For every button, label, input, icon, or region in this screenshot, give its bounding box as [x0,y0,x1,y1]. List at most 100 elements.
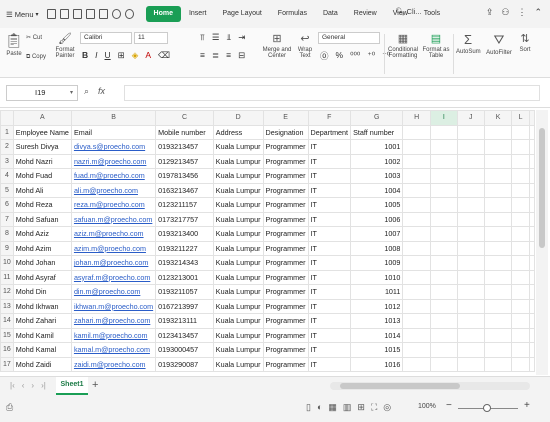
read-mode-icon[interactable]: ▯ [306,402,311,413]
cell-j5[interactable] [456,182,485,198]
cell-f11[interactable]: IT [307,269,352,285]
cell-d2[interactable]: Kuala Lumpur [212,139,264,155]
cell-g9[interactable]: 1008 [350,240,404,256]
cell-g12[interactable]: 1011 [350,284,404,300]
cell-c12[interactable]: 0193211057 [155,284,214,300]
cell-b1[interactable]: Email [70,124,157,140]
sheet-status-icon[interactable]: ⎙ [6,402,13,413]
cell-j14[interactable] [456,313,485,329]
tab-data[interactable]: Data [315,6,346,22]
cell-e16[interactable]: Programmer [262,342,309,358]
cell-c2[interactable]: 0193213457 [155,139,214,155]
cell-l4[interactable] [511,168,530,184]
cell-k16[interactable] [483,342,513,358]
cell-a4[interactable]: Mohd Fuad [12,168,72,184]
name-box[interactable]: I19 ▾ [6,85,78,101]
column-header-a[interactable]: A [12,110,72,126]
cell-i16[interactable] [429,342,458,358]
cell-d12[interactable]: Kuala Lumpur [212,284,264,300]
collapse-ribbon-icon[interactable]: ⌃ [534,7,542,18]
cell-j17[interactable] [456,356,485,372]
tab-formulas[interactable]: Formulas [270,6,315,22]
row-header[interactable]: 14 [0,313,14,329]
horizontal-scrollbar[interactable] [330,382,530,390]
column-header-d[interactable]: D [212,110,264,126]
cell-e14[interactable]: Programmer [262,313,309,329]
format-painter-button[interactable]: 🖌︎ Format Painter [54,32,76,59]
cell-f10[interactable]: IT [307,255,352,271]
cell-l5[interactable] [511,182,530,198]
cell-k9[interactable] [483,240,513,256]
cell-k12[interactable] [483,284,513,300]
cell-l6[interactable] [511,197,530,213]
cell-b10[interactable]: johan.m@proecho.com [70,255,157,271]
cell-e2[interactable]: Programmer [262,139,309,155]
cell-k14[interactable] [483,313,513,329]
currency-icon[interactable]: ⓪ [320,50,329,62]
cell-j8[interactable] [456,226,485,242]
cell-c1[interactable]: Mobile number [155,124,214,140]
formula-input[interactable] [124,85,540,101]
cell-a3[interactable]: Mohd Nazri [12,153,72,169]
reading-view-icon[interactable]: ◎ [383,402,391,413]
bold-icon[interactable]: B [82,50,88,61]
cell-f6[interactable]: IT [307,197,352,213]
cell-k4[interactable] [483,168,513,184]
cell-h16[interactable] [402,342,431,358]
cell-i14[interactable] [429,313,458,329]
cell-c10[interactable]: 0193214343 [155,255,214,271]
cell-g16[interactable]: 1015 [350,342,404,358]
cell-a13[interactable]: Mohd Ikhwan [12,298,72,314]
row-header[interactable]: 6 [0,197,14,213]
tab-review[interactable]: Review [346,6,385,22]
cell-c15[interactable]: 0123413457 [155,327,214,343]
cell-h1[interactable] [402,124,431,140]
cell-d1[interactable]: Address [212,124,264,140]
autofilter-button[interactable]: ⛛ AutoFilter [484,32,514,56]
cell-e12[interactable]: Programmer [262,284,309,300]
cell-j4[interactable] [456,168,485,184]
cell-a12[interactable]: Mohd Din [12,284,72,300]
column-header-j[interactable]: J [456,110,485,126]
cell-a16[interactable]: Mohd Kamal [12,342,72,358]
cell-g17[interactable]: 1016 [350,356,404,372]
cell-f17[interactable]: IT [307,356,352,372]
cell-a2[interactable]: Suresh Divya [12,139,72,155]
cell-d13[interactable]: Kuala Lumpur [212,298,264,314]
cell-h17[interactable] [402,356,431,372]
cell-h10[interactable] [402,255,431,271]
cell-h14[interactable] [402,313,431,329]
cell-i1[interactable] [429,124,458,140]
clear-format-icon[interactable]: ⌫ [158,50,170,61]
zoom-in-icon[interactable]: + [524,400,530,411]
cell-a10[interactable]: Mohd Johan [12,255,72,271]
cell-a6[interactable]: Mohd Reza [12,197,72,213]
cell-l12[interactable] [511,284,530,300]
cell-k8[interactable] [483,226,513,242]
cell-c14[interactable]: 0193213111 [155,313,214,329]
cell-l17[interactable] [511,356,530,372]
cell-j9[interactable] [456,240,485,256]
row-header[interactable]: 13 [0,298,14,314]
cell-e8[interactable]: Programmer [262,226,309,242]
cell-i15[interactable] [429,327,458,343]
cell-h15[interactable] [402,327,431,343]
cell-e5[interactable]: Programmer [262,182,309,198]
increase-decimal-icon[interactable]: ⁺⁰ [367,50,375,62]
cell-a1[interactable]: Employee Name [12,124,72,140]
print-icon[interactable] [85,9,95,19]
cell-f14[interactable]: IT [307,313,352,329]
cell-a5[interactable]: Mohd Ali [12,182,72,198]
row-header[interactable]: 15 [0,327,14,343]
cell-d4[interactable]: Kuala Lumpur [212,168,264,184]
cell-e9[interactable]: Programmer [262,240,309,256]
more-options-icon[interactable]: ⋮ [517,7,526,18]
row-header[interactable]: 5 [0,182,14,198]
cell-f13[interactable]: IT [307,298,352,314]
cell-b11[interactable]: asyraf.m@proecho.com [70,269,157,285]
format-as-table-button[interactable]: ▤ Format as Table [422,32,450,59]
cell-a9[interactable]: Mohd Azim [12,240,72,256]
column-header-l[interactable]: L [511,110,530,126]
align-left-icon[interactable]: ≡ [200,50,205,61]
cell-j13[interactable] [456,298,485,314]
